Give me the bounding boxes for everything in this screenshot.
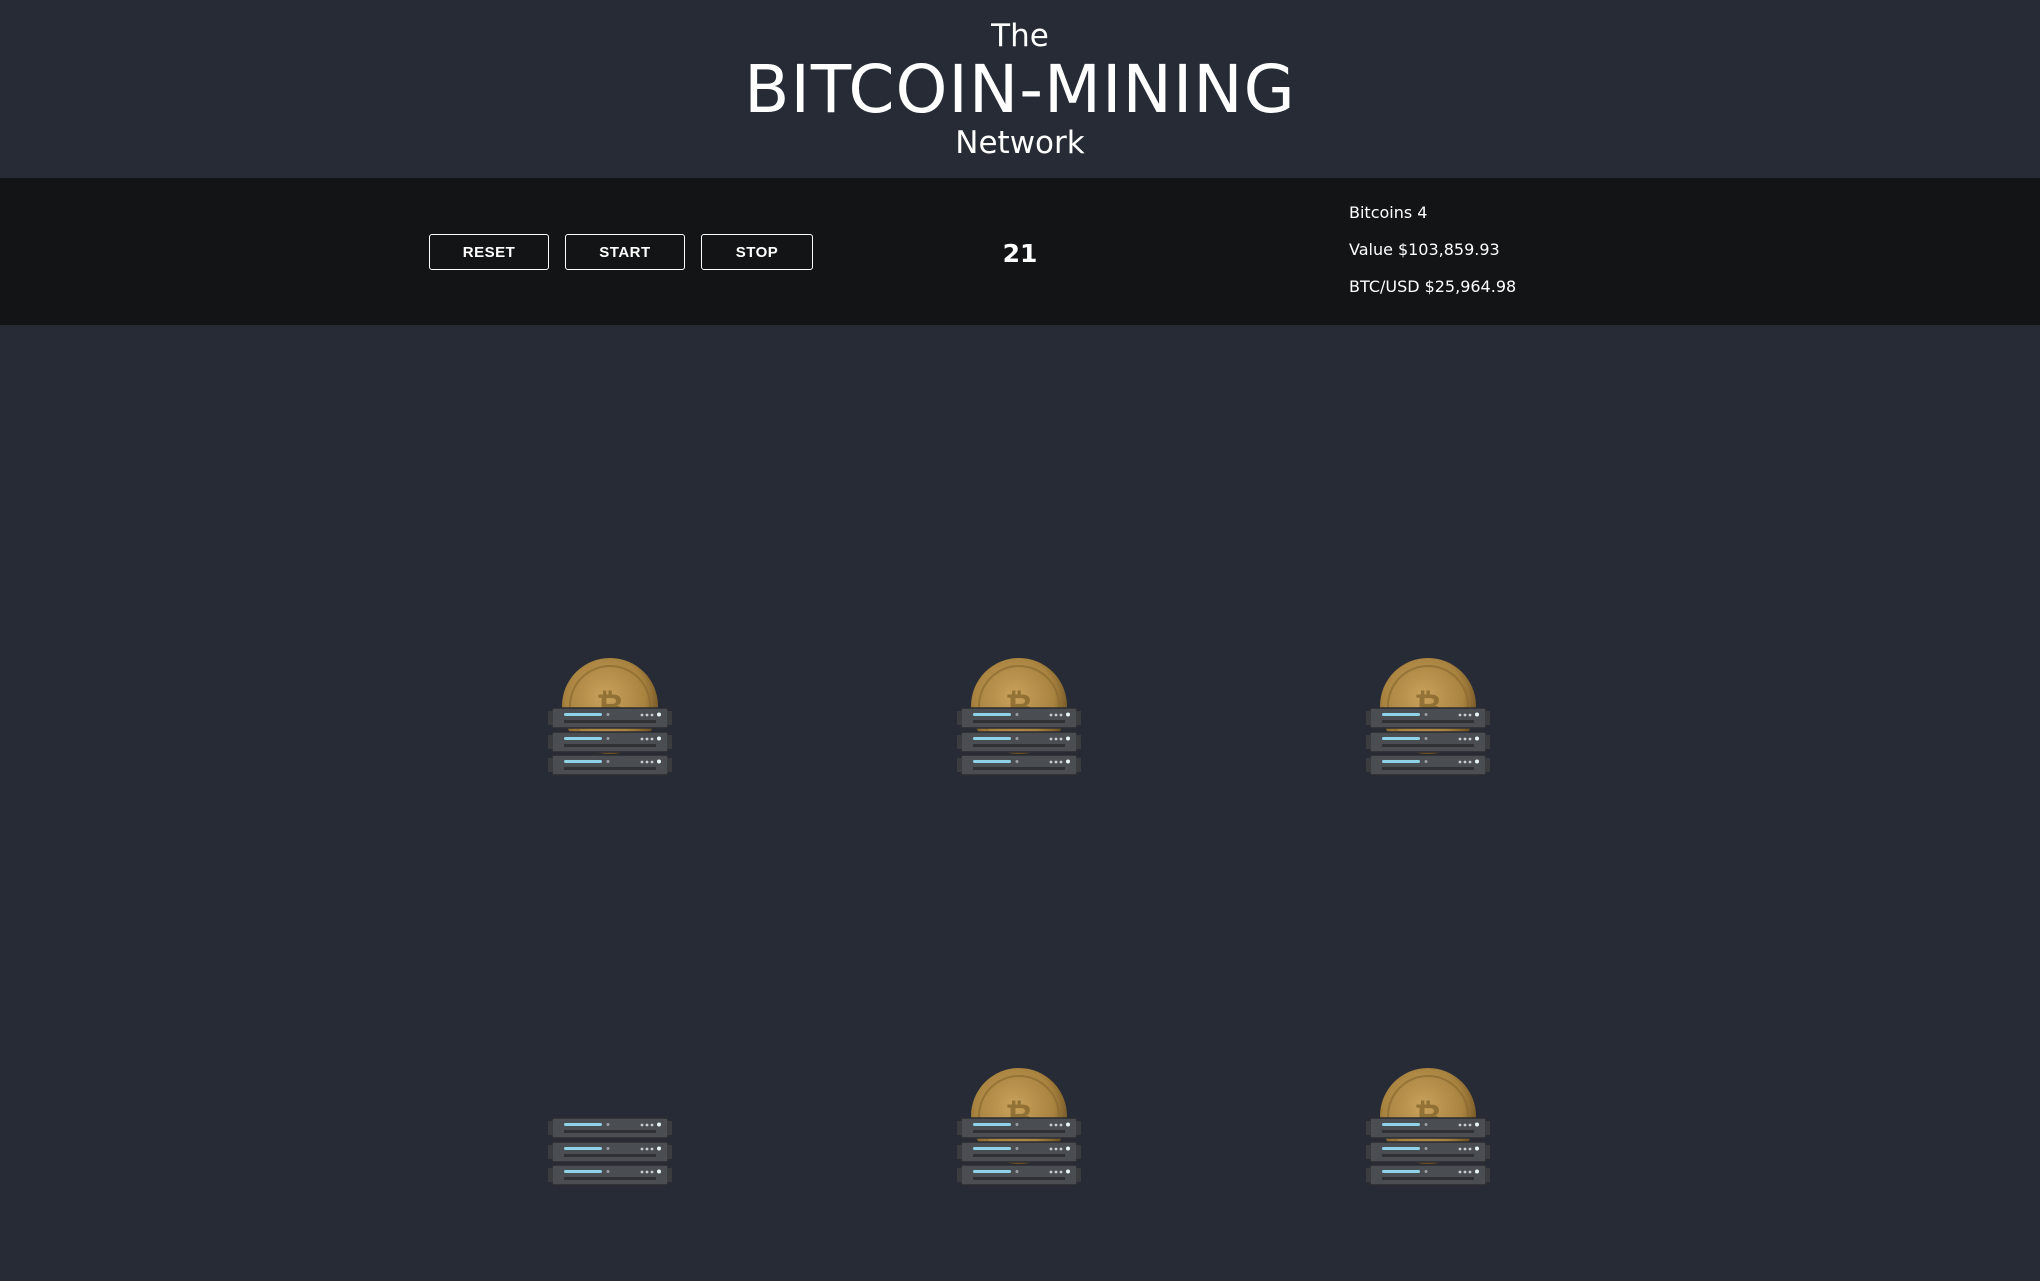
mining-field: ₿ ₿ ₿ ₿ ₿ xyxy=(0,325,2040,1281)
value-label: Value xyxy=(1349,240,1393,259)
miner-node: ₿ xyxy=(955,1068,1083,1186)
rate-stat: BTC/USD $25,964.98 xyxy=(1349,276,1516,313)
bitcoins-label: Bitcoins xyxy=(1349,203,1413,222)
reset-button[interactable]: RESET xyxy=(429,234,549,270)
miner-node: ₿ xyxy=(955,658,1083,776)
rate-amount: $25,964.98 xyxy=(1424,277,1517,296)
tick-counter: 21 xyxy=(1002,239,1038,268)
server-rack-icon xyxy=(1366,707,1490,776)
miner-node: ₿ xyxy=(1364,658,1492,776)
server-rack-icon xyxy=(548,707,672,776)
start-button[interactable]: START xyxy=(565,234,685,270)
page-title: BITCOIN-MINING xyxy=(744,51,1296,128)
rate-label: BTC/USD xyxy=(1349,277,1420,296)
control-bar: RESET START STOP 21 Bitcoins 4 Value $103,… xyxy=(0,178,2040,325)
value-stat: Value $103,859.93 xyxy=(1349,239,1516,276)
bitcoins-stat: Bitcoins 4 xyxy=(1349,202,1516,239)
stop-button[interactable]: STOP xyxy=(701,234,813,270)
server-rack-icon xyxy=(957,1117,1081,1186)
miner-node: ₿ xyxy=(546,658,674,776)
page-header: The BITCOIN-MINING Network xyxy=(0,0,2040,178)
server-rack-icon xyxy=(1366,1117,1490,1186)
bitcoins-value: 4 xyxy=(1417,203,1428,222)
title-suffix: Network xyxy=(955,125,1085,161)
miner-node xyxy=(546,1068,674,1186)
server-rack-icon xyxy=(957,707,1081,776)
server-rack-icon xyxy=(548,1117,672,1186)
stats-panel: Bitcoins 4 Value $103,859.93 BTC/USD $25,96… xyxy=(1349,202,1516,313)
miner-node: ₿ xyxy=(1364,1068,1492,1186)
value-amount: $103,859.93 xyxy=(1397,240,1500,259)
